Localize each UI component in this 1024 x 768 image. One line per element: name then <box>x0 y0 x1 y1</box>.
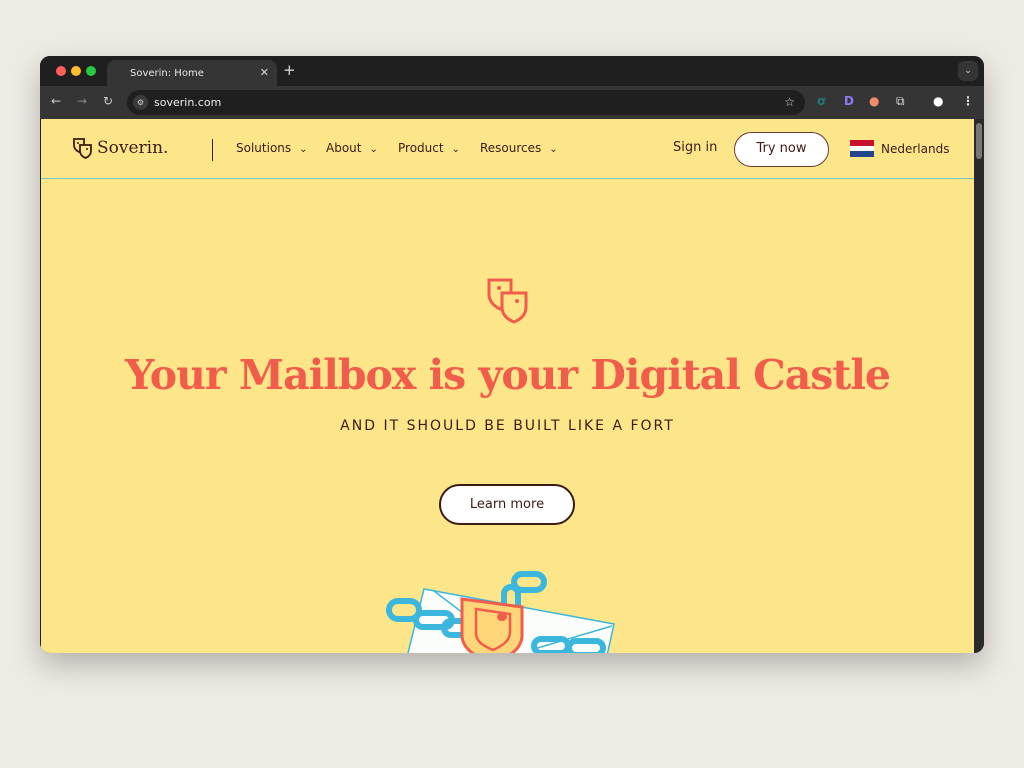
tab-search-chevron-icon[interactable]: ⌄ <box>958 61 978 81</box>
hero-title: Your Mailbox is your Digital Castle <box>125 351 891 399</box>
nav-label: Resources <box>480 141 542 155</box>
url-text: soverin.com <box>154 96 222 109</box>
shield-emblem-icon <box>487 278 528 324</box>
try-now-button[interactable]: Try now <box>734 132 829 167</box>
shield-logo-icon <box>73 138 92 159</box>
nav-label: Product <box>398 141 444 155</box>
chevron-down-icon: ⌄ <box>369 144 378 155</box>
extension-d-icon[interactable]: D <box>844 94 854 108</box>
language-label: Nederlands <box>881 141 950 156</box>
minimize-window-button[interactable] <box>71 66 81 76</box>
nav-resources[interactable]: Resources ⌄ <box>480 141 558 155</box>
nav-label: About <box>326 141 362 155</box>
language-selector[interactable]: Nederlands <box>850 140 950 158</box>
chevron-down-icon: ⌄ <box>451 144 460 155</box>
reload-icon[interactable]: ↻ <box>103 94 113 108</box>
forward-icon[interactable]: → <box>77 94 87 108</box>
learn-more-button[interactable]: Learn more <box>439 484 575 525</box>
browser-toolbar: ← → ↻ ⚙ soverin.com ☆ ơ D ● ⧉ ● ⋮ <box>40 86 984 119</box>
nav-label: Solutions <box>236 141 292 155</box>
bookmark-star-icon[interactable]: ☆ <box>784 90 795 115</box>
extension-color-icon[interactable]: ● <box>869 94 879 108</box>
sign-in-link[interactable]: Sign in <box>673 140 717 155</box>
address-bar[interactable]: ⚙ soverin.com ☆ <box>127 90 805 115</box>
site-header: Soverin. Solutions ⌄ About ⌄ Product ⌄ Reso… <box>41 119 974 179</box>
chevron-down-icon: ⌄ <box>299 144 308 155</box>
tab-title: Soverin: Home <box>130 67 204 79</box>
brand-logo[interactable]: Soverin. <box>72 137 168 159</box>
close-window-button[interactable] <box>56 66 66 76</box>
maximize-window-button[interactable] <box>86 66 96 76</box>
hero-subtitle: AND IT SHOULD BE BUILT LIKE A FORT <box>340 418 675 434</box>
browser-tab[interactable]: Soverin: Home ✕ <box>107 60 277 86</box>
extension-icon[interactable]: ơ <box>817 94 825 108</box>
browser-window: Soverin: Home ✕ + ⌄ ← → ↻ ⚙ soverin.com … <box>40 56 984 653</box>
back-icon[interactable]: ← <box>51 94 61 108</box>
tab-bar: Soverin: Home ✕ + ⌄ <box>40 56 984 86</box>
nav-solutions[interactable]: Solutions ⌄ <box>236 141 308 155</box>
chevron-down-icon: ⌄ <box>549 144 558 155</box>
web-page: Soverin. Solutions ⌄ About ⌄ Product ⌄ Reso… <box>41 119 974 653</box>
netherlands-flag-icon <box>850 140 874 158</box>
brand-name: Soverin. <box>97 138 169 158</box>
nav-divider <box>212 139 213 161</box>
site-settings-icon[interactable]: ⚙ <box>133 95 148 110</box>
page-scrollbar[interactable] <box>974 119 984 653</box>
locked-envelope-illustration <box>386 571 615 653</box>
nav-about[interactable]: About ⌄ <box>326 141 378 155</box>
scrollbar-thumb[interactable] <box>976 123 982 159</box>
new-tab-button[interactable]: + <box>283 61 296 79</box>
extensions-puzzle-icon[interactable]: ⧉ <box>896 94 905 109</box>
close-tab-icon[interactable]: ✕ <box>260 66 269 79</box>
profile-icon[interactable]: ● <box>933 94 943 108</box>
nav-product[interactable]: Product ⌄ <box>398 141 460 155</box>
menu-kebab-icon[interactable]: ⋮ <box>962 94 974 108</box>
